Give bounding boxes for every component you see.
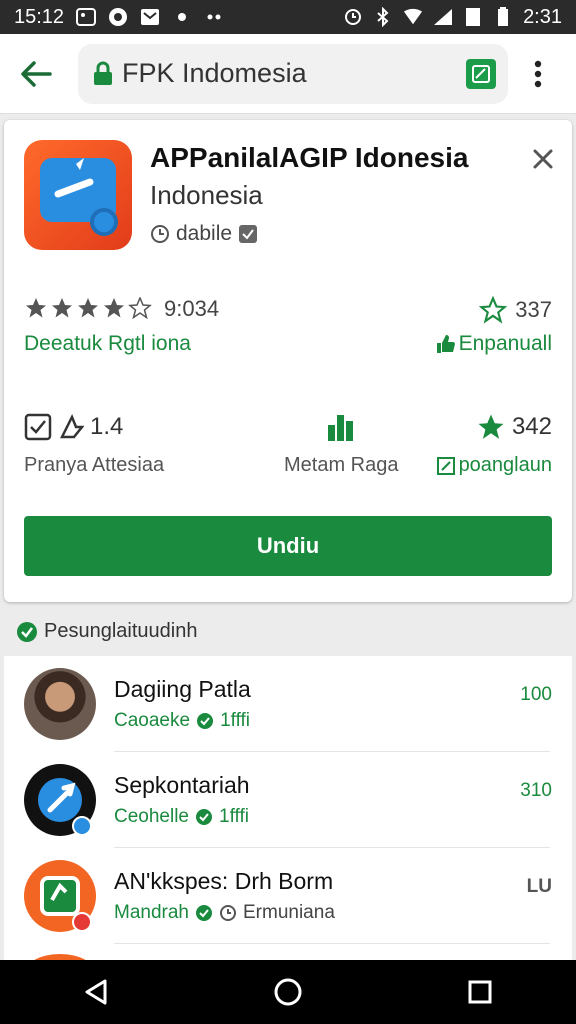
lock-icon (94, 61, 112, 85)
wifi-icon (403, 7, 423, 27)
list-item-count: LU (526, 876, 552, 897)
notification-icon (108, 7, 128, 27)
list-item-meta-text: Mandrah (114, 902, 189, 923)
dot-icon (172, 7, 192, 27)
triangle-back-icon (85, 979, 107, 1005)
section-heading: Pesunglaituudinh (16, 620, 197, 643)
close-icon (533, 149, 553, 169)
list-item-title: AN'kkspes: Drh Borm (114, 868, 334, 894)
app-subtitle: Indonesia (150, 180, 263, 210)
overflow-menu-button[interactable] (518, 44, 558, 104)
verified-badge-icon (196, 905, 212, 921)
list-item-meta-text: Caoaeke (114, 710, 191, 731)
list-item-count: 100 (520, 684, 552, 705)
sim-icon (463, 7, 483, 27)
list-item-meta-extra: 1fffi (219, 806, 249, 827)
clock-icon (220, 905, 236, 921)
status-bar: 15:12 2:31 (0, 0, 576, 34)
bluetooth-icon (373, 7, 393, 27)
list-item-meta: Mandrah Ermuniana (114, 902, 335, 924)
list-item[interactable]: AN'kkspes: Drh Borm Mandrah Ermuniana LU (4, 848, 572, 944)
avatar (24, 764, 96, 836)
check-circle-icon (17, 621, 37, 642)
stat-rating-value: 342 (511, 413, 552, 440)
circle-home-icon (274, 978, 302, 1006)
stat-downloads: 1.4 Pranya Attesiaa (24, 410, 164, 477)
battery-icon (493, 7, 513, 27)
mail-icon (140, 7, 160, 27)
bar-chart-icon (328, 415, 354, 441)
favorites-stat: 337 (479, 296, 552, 324)
star-rating-icon (26, 297, 152, 320)
stat-category-label: Metam Raga (284, 454, 399, 476)
alarm-icon (343, 7, 363, 27)
signal-icon (433, 7, 453, 27)
more-dots-icon (204, 7, 224, 27)
avatar (24, 668, 96, 740)
checkbox-icon (24, 413, 52, 441)
square-recents-icon (468, 980, 492, 1004)
list-item-title: Dagiing Patla (114, 676, 251, 702)
edit-icon (436, 456, 455, 475)
favorites-label-row[interactable]: Enpanuall (435, 332, 552, 356)
verified-badge-icon (196, 809, 212, 825)
app-title: APPanilalAGIP Idonesia (150, 142, 469, 173)
app-icon[interactable] (24, 140, 132, 250)
clock-icon (151, 225, 169, 243)
more-vert-icon (534, 60, 542, 87)
sign-icon (59, 413, 84, 439)
stat-downloads-value: 1.4 (90, 413, 124, 440)
back-button[interactable] (6, 44, 66, 104)
search-query[interactable]: FPK Indomesia (122, 58, 466, 89)
list-item[interactable]: Dagiing Patla Caoaeke 1fffi 100 (4, 656, 572, 752)
list-item[interactable]: Sepkontariah Ceohelle 1fffi 310 (4, 752, 572, 848)
stat-rating: 342 poanglaun (436, 410, 552, 477)
list-item-meta: Ceohelle 1fffi (114, 806, 249, 828)
rating-label[interactable]: Deeatuk Rgtl iona (24, 332, 191, 356)
verified-badge-icon (197, 713, 214, 729)
stats-row: 1.4 Pranya Attesiaa Metam Raga 342 poang… (4, 410, 572, 480)
list-item-meta: Caoaeke 1fffi (114, 710, 250, 732)
gallery-icon (76, 7, 97, 27)
app-icon-badge (90, 208, 118, 236)
section-heading-text: Pesunglaituudinh (44, 620, 198, 642)
developer-row[interactable]: dabile (150, 222, 258, 246)
favorites-count: 337 (515, 297, 552, 322)
list-item-meta-text: Ceohelle (114, 806, 189, 827)
rating-row: 9:034 (24, 296, 219, 322)
stat-category: Metam Raga (284, 410, 399, 477)
star-outline-icon (479, 296, 508, 324)
close-button[interactable] (528, 144, 558, 174)
rating-count: 9:034 (164, 296, 220, 321)
related-apps-list: Dagiing Patla Caoaeke 1fffi 100 Sepkonta… (4, 656, 572, 994)
developer-name: dabile (176, 222, 233, 245)
stat-rating-link[interactable]: poanglaun (436, 454, 552, 477)
thumb-up-icon (436, 335, 455, 353)
stat-downloads-label: Pranya Attesiaa (24, 454, 165, 476)
list-item-meta-extra: 1fffi (220, 710, 251, 731)
verified-icon (239, 225, 258, 243)
search-bar[interactable]: FPK Indomesia (78, 43, 508, 104)
app-detail-card: APPanilalAGIP Idonesia Indonesia dabile … (4, 120, 572, 602)
list-item-title: Sepkontariah (114, 772, 250, 798)
avatar (24, 860, 96, 932)
nav-back-button[interactable] (74, 970, 118, 1014)
back-arrow-icon (21, 60, 52, 87)
status-time-right: 2:31 (523, 5, 562, 28)
nav-home-button[interactable] (266, 970, 310, 1014)
tab-switcher-icon[interactable] (466, 58, 496, 89)
status-time-left: 15:12 (14, 5, 65, 28)
list-item-count: 310 (520, 780, 552, 801)
stat-rating-label: poanglaun (458, 454, 552, 476)
favorites-label: Enpanuall (458, 332, 552, 355)
install-button[interactable]: Undiu (24, 516, 552, 576)
system-nav-bar (0, 960, 576, 1024)
list-item-meta-extra: Ermuniana (243, 902, 335, 923)
star-filled-icon (478, 414, 504, 439)
nav-recents-button[interactable] (458, 970, 502, 1014)
top-app-bar: FPK Indomesia (0, 34, 576, 114)
